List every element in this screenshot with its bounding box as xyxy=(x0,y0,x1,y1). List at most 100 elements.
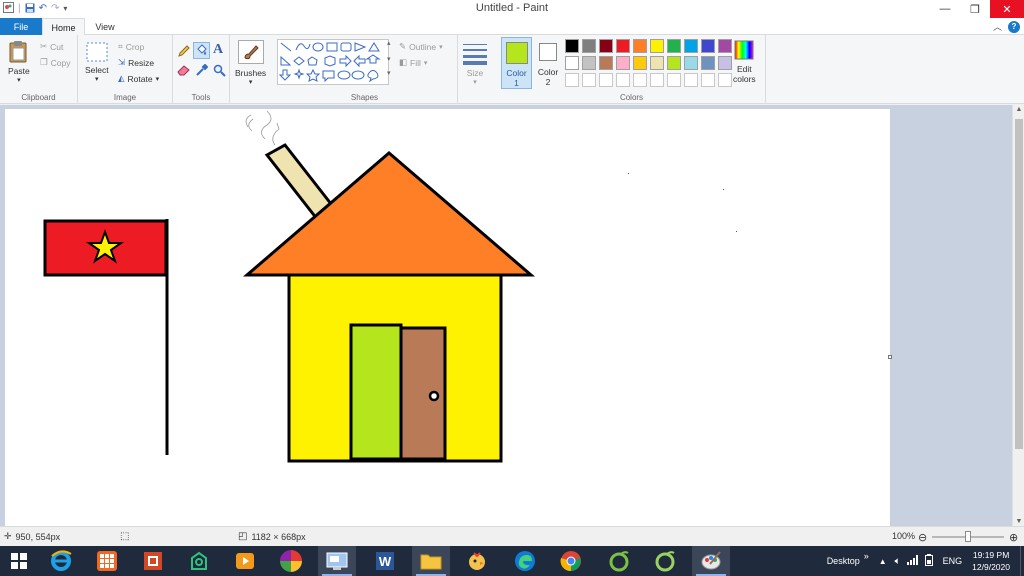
palette-swatch[interactable] xyxy=(684,39,698,53)
color-app-icon[interactable] xyxy=(272,546,310,576)
input-language[interactable]: ENG xyxy=(943,556,963,566)
store-icon[interactable] xyxy=(180,546,218,576)
rotate-button[interactable]: ◭ Rotate ▾ xyxy=(118,73,159,84)
tab-view[interactable]: View xyxy=(86,18,124,35)
start-button[interactable] xyxy=(0,546,38,576)
color1-button[interactable]: Color 1 xyxy=(501,37,532,89)
fill-button[interactable]: ◧ Fill ▾ xyxy=(399,57,427,68)
media-player-icon[interactable] xyxy=(226,546,264,576)
chrome-icon[interactable] xyxy=(552,546,590,576)
zoom-out-icon[interactable]: ⊖ xyxy=(918,531,927,544)
coccoc-browser-icon[interactable] xyxy=(600,546,638,576)
custom-color-slot[interactable] xyxy=(616,73,630,87)
minimize-button[interactable]: — xyxy=(930,0,960,18)
zoom-in-icon[interactable]: ⊕ xyxy=(1009,531,1018,544)
scrollbar-thumb[interactable] xyxy=(1015,119,1023,449)
color2-button[interactable]: Color 2 xyxy=(534,37,562,89)
snipping-tool-icon[interactable] xyxy=(318,546,356,576)
palette-swatch[interactable] xyxy=(650,39,664,53)
shapes-more-icon[interactable]: ▾ xyxy=(387,69,391,77)
custom-color-slot[interactable] xyxy=(684,73,698,87)
custom-color-slot[interactable] xyxy=(650,73,664,87)
palette-swatch[interactable] xyxy=(667,56,681,70)
shapes-scroll-down-icon[interactable]: ▾ xyxy=(387,55,391,63)
magnifier-icon[interactable] xyxy=(213,64,226,77)
palette-swatch[interactable] xyxy=(650,56,664,70)
palette-swatch[interactable] xyxy=(701,39,715,53)
size-button[interactable]: Size ▾ xyxy=(462,42,488,86)
paint-taskbar-icon[interactable] xyxy=(692,546,730,576)
show-hidden-icons-icon[interactable]: ▲ xyxy=(879,557,887,566)
cut-button[interactable]: ✂ Cut xyxy=(40,41,63,52)
palette-swatch[interactable] xyxy=(718,39,732,53)
battery-icon[interactable] xyxy=(924,554,933,568)
brushes-button[interactable]: Brushes ▾ xyxy=(235,40,266,86)
select-dropdown-icon[interactable]: ▾ xyxy=(95,75,99,83)
show-desktop-button[interactable] xyxy=(1020,546,1024,576)
palette-swatch[interactable] xyxy=(667,39,681,53)
internet-explorer-icon[interactable] xyxy=(42,546,80,576)
canvas-resize-handle[interactable] xyxy=(888,355,892,359)
custom-color-slot[interactable] xyxy=(582,73,596,87)
edit-colors-button[interactable]: Edit colors xyxy=(733,40,756,84)
palette-swatch[interactable] xyxy=(616,56,630,70)
palette-swatch[interactable] xyxy=(718,56,732,70)
palette-swatch[interactable] xyxy=(599,39,613,53)
customize-qat-icon[interactable]: ▾ xyxy=(63,5,67,13)
palette-swatch[interactable] xyxy=(599,56,613,70)
crop-button[interactable]: ⌗ Crop xyxy=(118,41,144,52)
close-button[interactable]: ✕ xyxy=(990,0,1024,18)
fill-with-color-icon[interactable] xyxy=(193,42,210,59)
custom-color-slot[interactable] xyxy=(667,73,681,87)
custom-color-slot[interactable] xyxy=(718,73,732,87)
copy-button[interactable]: ❐ Copy xyxy=(40,57,70,68)
eraser-icon[interactable] xyxy=(177,64,191,76)
palette-swatch[interactable] xyxy=(701,56,715,70)
custom-color-slot[interactable] xyxy=(633,73,647,87)
palette-swatch[interactable] xyxy=(633,56,647,70)
palette-swatch[interactable] xyxy=(565,56,579,70)
clock[interactable]: 19:19 PM 12/9/2020 xyxy=(972,549,1010,573)
palette-swatch[interactable] xyxy=(582,56,596,70)
paint-app-icon[interactable] xyxy=(3,2,14,16)
volume-icon[interactable]: 🔈︎ xyxy=(895,556,901,567)
collapse-ribbon-icon[interactable]: ︿ xyxy=(993,20,1002,33)
resize-button[interactable]: ⇲ Resize xyxy=(118,57,154,68)
maximize-button[interactable]: ❐ xyxy=(960,0,990,18)
help-icon[interactable]: ? xyxy=(1008,20,1020,33)
scroll-down-arrow-icon[interactable]: ▼ xyxy=(1013,518,1024,525)
custom-color-slot[interactable] xyxy=(565,73,579,87)
paste-dropdown-icon[interactable]: ▾ xyxy=(17,76,21,84)
network-signal-icon[interactable] xyxy=(906,555,919,567)
toolbar-expand-icon[interactable]: » xyxy=(864,551,869,561)
file-explorer-icon[interactable] xyxy=(412,546,450,576)
text-tool-icon[interactable]: A xyxy=(213,42,223,58)
palette-swatch[interactable] xyxy=(684,56,698,70)
word-icon[interactable]: W xyxy=(366,546,404,576)
apps-grid-icon[interactable] xyxy=(88,546,126,576)
palette-swatch[interactable] xyxy=(633,39,647,53)
pencil-icon[interactable] xyxy=(177,44,191,58)
desktop-toolbar[interactable]: Desktop xyxy=(827,556,860,566)
custom-color-slot[interactable] xyxy=(599,73,613,87)
custom-color-slot[interactable] xyxy=(701,73,715,87)
palette-swatch[interactable] xyxy=(565,39,579,53)
palette-swatch[interactable] xyxy=(582,39,596,53)
save-icon[interactable] xyxy=(25,3,35,16)
select-button[interactable]: Select ▾ xyxy=(85,42,109,83)
scroll-up-arrow-icon[interactable]: ▲ xyxy=(1013,106,1024,113)
zoom-slider-thumb[interactable] xyxy=(965,531,971,542)
palette-swatch[interactable] xyxy=(616,39,630,53)
game-chicken-icon[interactable] xyxy=(458,546,496,576)
tab-home[interactable]: Home xyxy=(42,18,85,36)
color-picker-icon[interactable] xyxy=(195,64,208,77)
edge-icon[interactable] xyxy=(506,546,544,576)
paste-button[interactable]: Paste ▾ xyxy=(8,40,30,84)
drawing-canvas[interactable] xyxy=(5,109,890,526)
shapes-scroll-up-icon[interactable]: ▴ xyxy=(387,39,391,47)
redo-icon[interactable]: ↷ xyxy=(51,4,59,14)
vertical-scrollbar[interactable]: ▲ ▼ xyxy=(1012,105,1024,526)
undo-icon[interactable]: ↶ xyxy=(39,4,47,14)
shapes-gallery[interactable] xyxy=(277,39,389,85)
tab-file[interactable]: File xyxy=(0,18,42,35)
